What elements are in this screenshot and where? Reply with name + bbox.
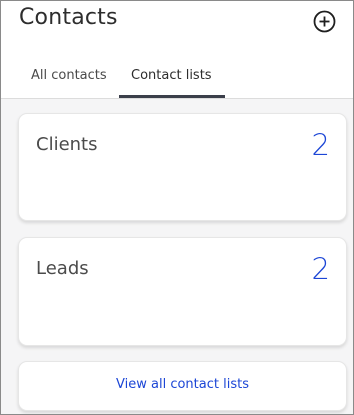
contact-list-card-leads[interactable]: Leads 2 (18, 237, 347, 346)
active-tab-indicator (119, 95, 225, 98)
add-contact-button[interactable] (313, 10, 336, 33)
tab-all-contacts[interactable]: All contacts (31, 68, 107, 83)
plus-circle-icon (313, 10, 336, 33)
view-all-label: View all contact lists (116, 377, 249, 392)
contact-list-count: 2 (311, 252, 330, 286)
contact-list-count: 2 (311, 128, 330, 162)
panel-header: Contacts All contacts Contact lists (1, 1, 353, 99)
contact-list-card-clients[interactable]: Clients 2 (18, 113, 347, 221)
contact-list-name: Leads (36, 258, 89, 279)
contacts-panel: Contacts All contacts Contact lists Clie… (0, 0, 354, 415)
page-title: Contacts (19, 5, 118, 30)
view-all-contact-lists-button[interactable]: View all contact lists (18, 361, 347, 411)
contact-list-name: Clients (36, 134, 98, 155)
tab-bar: All contacts Contact lists (1, 59, 353, 98)
tab-contact-lists[interactable]: Contact lists (131, 68, 212, 83)
